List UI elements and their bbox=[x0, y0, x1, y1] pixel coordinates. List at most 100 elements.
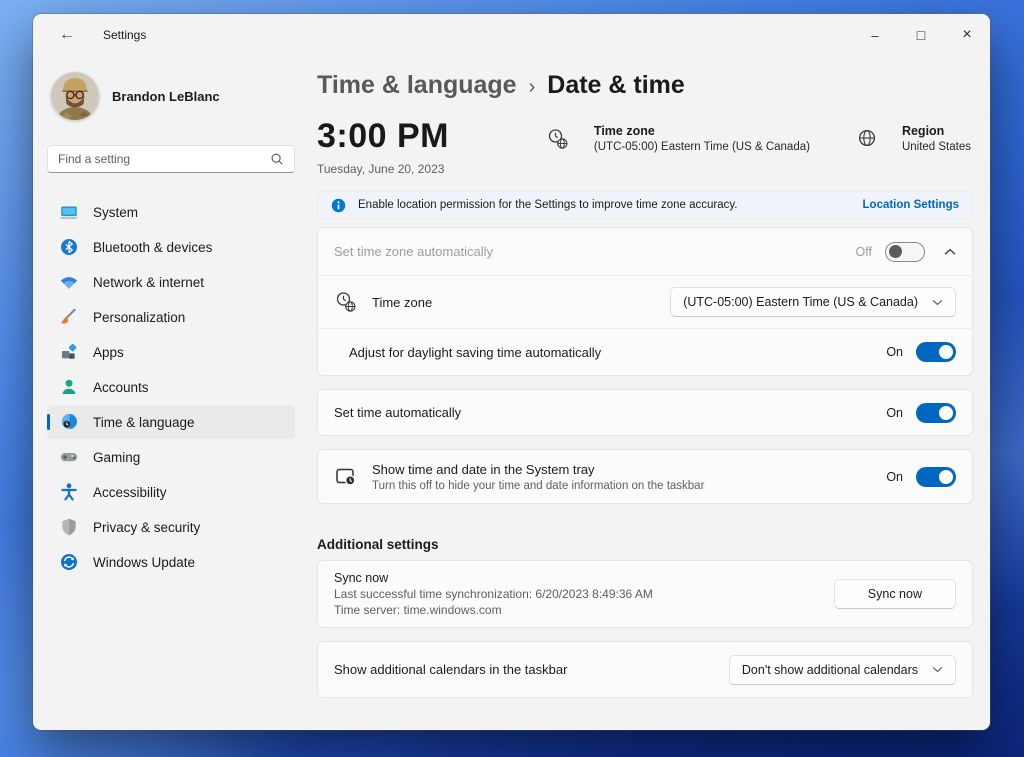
search-input[interactable] bbox=[58, 152, 270, 166]
account-header[interactable]: Brandon LeBlanc bbox=[51, 72, 295, 120]
sync-card: Sync now Last successful time synchroniz… bbox=[317, 560, 973, 628]
calendars-dropdown-value: Don't show additional calendars bbox=[741, 662, 918, 677]
breadcrumb: Time & language › Date & time bbox=[317, 71, 973, 100]
info-icon bbox=[331, 198, 346, 213]
current-time: 3:00 PM bbox=[317, 117, 449, 155]
chevron-down-icon bbox=[932, 299, 943, 305]
timezone-clock-globe-icon bbox=[546, 127, 570, 153]
sidebar-item-label: Apps bbox=[93, 344, 124, 360]
app-title: Settings bbox=[103, 28, 147, 42]
dst-label: Adjust for daylight saving time automati… bbox=[349, 344, 602, 360]
minimize-button[interactable]: – bbox=[852, 14, 898, 56]
sidebar-item-windows-update[interactable]: Windows Update bbox=[47, 545, 295, 579]
timezone-overview-title: Time zone bbox=[593, 124, 655, 138]
sidebar-item-label: Personalization bbox=[93, 309, 186, 325]
chevron-up-icon[interactable] bbox=[944, 248, 956, 256]
user-name: Brandon LeBlanc bbox=[112, 88, 220, 104]
sidebar-item-label: Privacy & security bbox=[93, 519, 201, 535]
timezone-dropdown[interactable]: (UTC-05:00) Eastern Time (US & Canada) bbox=[670, 287, 956, 317]
shield-icon bbox=[59, 517, 79, 537]
region-globe-icon bbox=[856, 127, 878, 153]
sidebar-nav: System Bluetooth & devices Network & int… bbox=[47, 195, 295, 579]
accessibility-person-icon bbox=[59, 482, 79, 502]
sidebar-item-label: Time & language bbox=[93, 414, 195, 430]
location-permission-banner: Enable location permission for the Setti… bbox=[317, 191, 973, 219]
region-overview-title: Region bbox=[901, 124, 945, 138]
main-content: Time & language › Date & time 3:00 PM Tu… bbox=[317, 56, 973, 730]
dst-toggle[interactable] bbox=[916, 342, 956, 362]
clock-icon bbox=[59, 412, 79, 432]
set-timezone-auto-card: Set time zone automatically Off Time zon… bbox=[317, 227, 973, 376]
breadcrumb-separator-icon: › bbox=[528, 76, 536, 98]
set-timezone-auto-header[interactable]: Set time zone automatically Off bbox=[318, 228, 972, 275]
taskbar-clock-icon bbox=[334, 465, 358, 489]
maximize-button[interactable]: □ bbox=[898, 14, 944, 56]
apps-icon bbox=[59, 342, 79, 362]
timezone-row-clock-globe-icon bbox=[334, 290, 358, 314]
page-title: Date & time bbox=[547, 71, 685, 99]
set-time-auto-toggle[interactable] bbox=[916, 402, 956, 423]
region-overview-value: United States bbox=[901, 141, 971, 153]
sidebar-item-label: Gaming bbox=[93, 449, 141, 465]
set-timezone-auto-label: Set time zone automatically bbox=[334, 244, 493, 259]
sidebar-item-gaming[interactable]: Gaming bbox=[47, 440, 295, 474]
sidebar-item-accounts[interactable]: Accounts bbox=[47, 370, 295, 404]
accounts-person-icon bbox=[59, 377, 79, 397]
breadcrumb-parent[interactable]: Time & language bbox=[317, 71, 517, 100]
avatar bbox=[51, 72, 99, 120]
sync-server-line: Time server: time.windows.com bbox=[334, 603, 502, 617]
sidebar-item-label: Bluetooth & devices bbox=[93, 239, 213, 255]
sidebar-item-label: Windows Update bbox=[93, 554, 196, 570]
timezone-row: Time zone (UTC-05:00) Eastern Time (US &… bbox=[318, 275, 972, 328]
sidebar-item-bluetooth[interactable]: Bluetooth & devices bbox=[47, 230, 295, 264]
personalization-brush-icon bbox=[59, 307, 79, 327]
bluetooth-icon bbox=[59, 237, 79, 257]
set-timezone-auto-state: Off bbox=[855, 244, 872, 259]
sidebar-item-accessibility[interactable]: Accessibility bbox=[47, 475, 295, 509]
sidebar-item-privacy[interactable]: Privacy & security bbox=[47, 510, 295, 544]
systray-state: On bbox=[886, 469, 903, 484]
back-button[interactable]: ← bbox=[53, 21, 81, 49]
systray-toggle[interactable] bbox=[916, 466, 956, 487]
sidebar: Brandon LeBlanc System Bluetooth & devic… bbox=[33, 56, 311, 730]
calendars-dropdown[interactable]: Don't show additional calendars bbox=[728, 654, 956, 685]
timezone-overview: Time zone (UTC-05:00) Eastern Time (US &… bbox=[546, 124, 810, 153]
region-overview: Region United States bbox=[856, 124, 971, 153]
chevron-down-icon bbox=[932, 666, 943, 673]
search-icon bbox=[270, 152, 284, 166]
sync-last-line: Last successful time synchronization: 6/… bbox=[334, 587, 653, 601]
settings-window: ← Settings – □ × Brandon LeBlanc Find a … bbox=[33, 14, 990, 730]
sidebar-item-system[interactable]: System bbox=[47, 195, 295, 229]
overview-blocks: Time zone (UTC-05:00) Eastern Time (US &… bbox=[546, 124, 973, 153]
systray-description: Turn this off to hide your time and date… bbox=[372, 479, 705, 492]
titlebar: ← Settings – □ × bbox=[33, 14, 990, 56]
additional-settings-heading: Additional settings bbox=[317, 537, 439, 552]
sidebar-item-label: Network & internet bbox=[93, 274, 205, 290]
sidebar-item-label: Accessibility bbox=[93, 484, 167, 500]
clock-overview-row: 3:00 PM Tuesday, June 20, 2023 Time zone… bbox=[317, 119, 973, 176]
sidebar-item-label: Accounts bbox=[93, 379, 149, 395]
sidebar-item-network[interactable]: Network & internet bbox=[47, 265, 295, 299]
timezone-dropdown-value: (UTC-05:00) Eastern Time (US & Canada) bbox=[683, 295, 918, 309]
system-icon bbox=[59, 202, 79, 222]
sidebar-item-personalization[interactable]: Personalization bbox=[47, 300, 295, 334]
location-settings-link[interactable]: Location Settings bbox=[863, 199, 959, 211]
banner-message: Enable location permission for the Setti… bbox=[358, 199, 738, 211]
sync-now-button[interactable]: Sync now bbox=[833, 579, 956, 609]
current-date: Tuesday, June 20, 2023 bbox=[317, 162, 445, 176]
update-arrows-icon bbox=[59, 552, 79, 572]
calendars-card: Show additional calendars in the taskbar… bbox=[317, 641, 973, 698]
sidebar-item-time-language[interactable]: Time & language bbox=[47, 405, 295, 439]
current-time-block: 3:00 PM Tuesday, June 20, 2023 bbox=[317, 119, 449, 176]
set-time-auto-card: Set time automatically On bbox=[317, 389, 973, 436]
network-icon bbox=[59, 272, 79, 292]
close-button[interactable]: × bbox=[944, 14, 990, 56]
systray-label: Show time and date in the System tray bbox=[372, 461, 595, 477]
sync-title: Sync now bbox=[334, 571, 389, 585]
timezone-overview-value: (UTC-05:00) Eastern Time (US & Canada) bbox=[593, 141, 810, 153]
set-timezone-auto-toggle[interactable] bbox=[885, 241, 925, 262]
sidebar-item-apps[interactable]: Apps bbox=[47, 335, 295, 369]
systray-card: Show time and date in the System tray Tu… bbox=[317, 449, 973, 504]
set-time-auto-state: On bbox=[886, 405, 903, 420]
timezone-row-label: Time zone bbox=[372, 294, 433, 310]
